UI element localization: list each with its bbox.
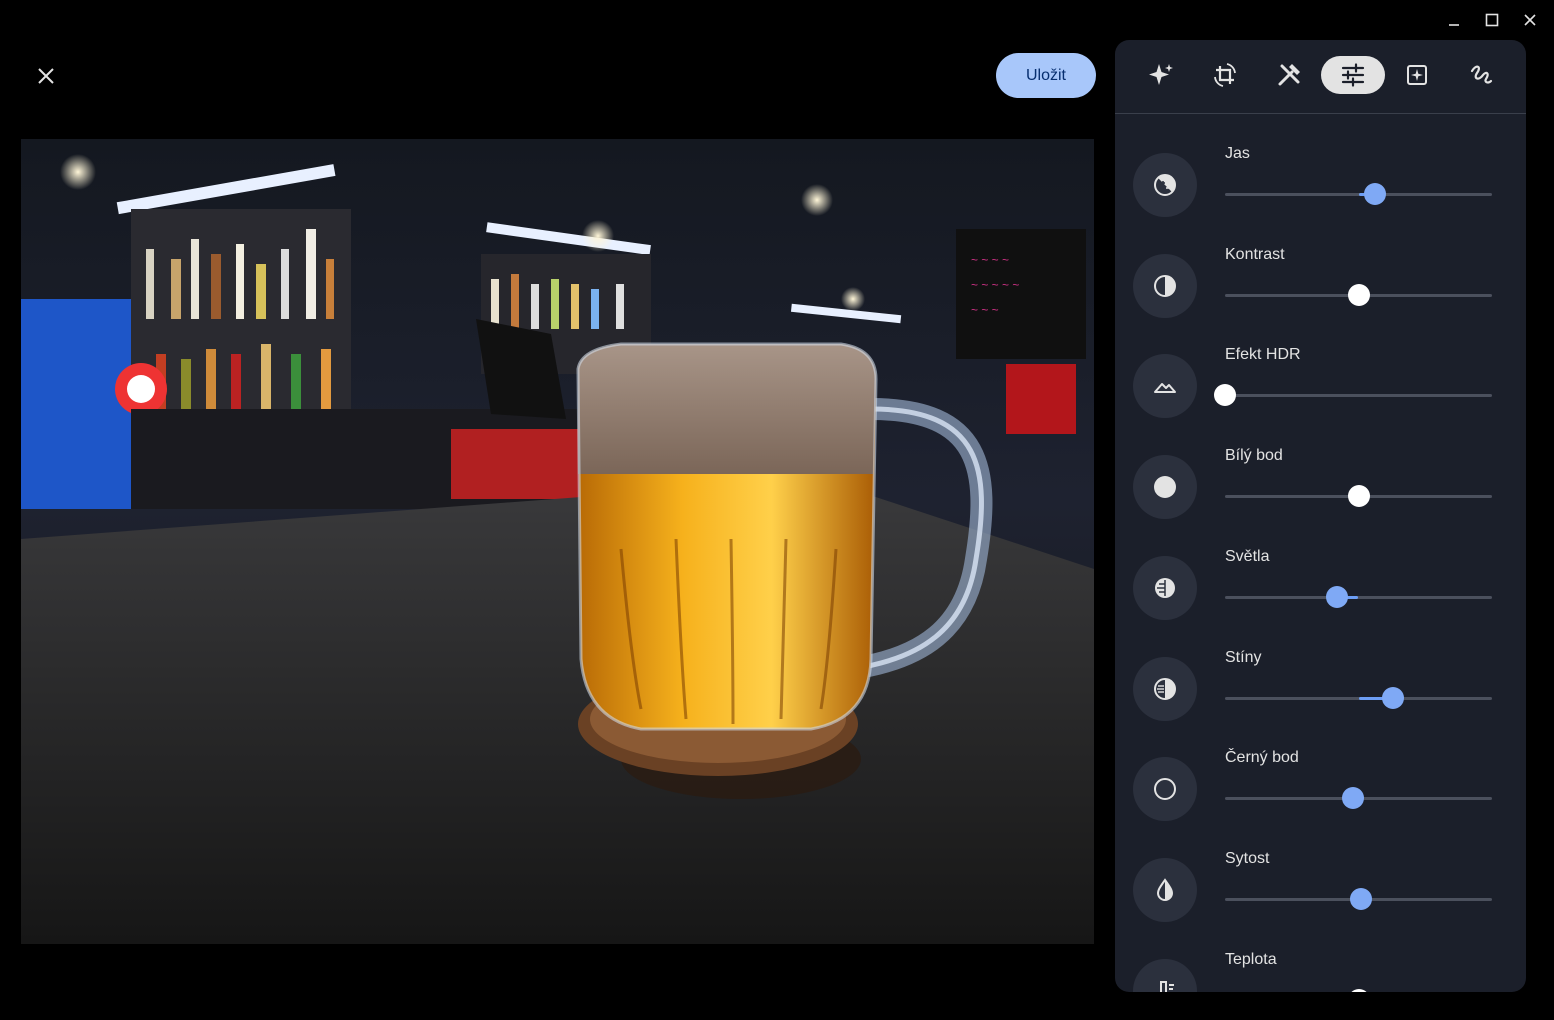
kontrast-toggle-button[interactable] — [1133, 253, 1197, 318]
slider-thumb[interactable] — [1347, 283, 1370, 306]
auto-enhance-tool[interactable] — [1129, 56, 1193, 94]
jas-label: Jas — [1225, 145, 1250, 162]
edit-toolbar — [1115, 40, 1526, 114]
bily-bod-label: Bílý bod — [1225, 447, 1283, 465]
kontrast-slider[interactable] — [1225, 281, 1492, 309]
adjust-row-teplota: Teplota — [1115, 951, 1526, 992]
slider-track — [1225, 394, 1492, 398]
saturation-icon — [1152, 877, 1178, 903]
shadows-icon — [1152, 676, 1178, 702]
close-editor-button[interactable] — [28, 58, 64, 94]
slider-thumb[interactable] — [1214, 384, 1236, 407]
adjust-row-efekt-hdr: Efekt HDR — [1115, 346, 1526, 446]
bily-bod-toggle-button[interactable] — [1133, 455, 1197, 520]
slider-thumb[interactable] — [1363, 183, 1386, 205]
temperature-icon — [1152, 978, 1178, 992]
bily-bod-slider[interactable] — [1225, 482, 1492, 510]
tools-icon — [1278, 64, 1300, 86]
slider-thumb[interactable] — [1347, 485, 1370, 508]
jas-toggle-button[interactable] — [1133, 153, 1197, 217]
teplota-toggle-button[interactable] — [1133, 958, 1197, 992]
tools-tool[interactable] — [1257, 56, 1321, 94]
slider-thumb[interactable] — [1326, 585, 1349, 608]
sytost-toggle-button[interactable] — [1133, 857, 1197, 922]
white-point-icon — [1152, 474, 1178, 500]
svetla-slider[interactable] — [1225, 583, 1492, 611]
edit-panel: Jas Kontrast Efekt HDR Bílý bod Světla Stíny Č… — [1115, 40, 1526, 992]
adjust-row-svetla: Světla — [1115, 548, 1526, 648]
stiny-label: Stíny — [1225, 648, 1262, 666]
contrast-icon — [1152, 273, 1178, 299]
sytost-slider[interactable] — [1225, 885, 1492, 913]
cerny-bod-label: Černý bod — [1225, 749, 1299, 767]
teplota-slider[interactable] — [1225, 986, 1492, 992]
highlights-icon — [1152, 575, 1178, 601]
close-icon — [38, 68, 54, 84]
adjust-row-bily-bod: Bílý bod — [1115, 447, 1526, 547]
black-point-icon — [1152, 776, 1178, 802]
jas-slider[interactable] — [1225, 180, 1492, 208]
sytost-label: Sytost — [1225, 849, 1270, 867]
crop-rotate-tool[interactable] — [1193, 56, 1257, 94]
cerny-bod-slider[interactable] — [1225, 784, 1492, 812]
crop-rotate-icon — [1214, 63, 1236, 87]
cerny-bod-toggle-button[interactable] — [1133, 757, 1197, 822]
adjust-sliders-icon — [1341, 63, 1365, 87]
teplota-label: Teplota — [1225, 950, 1277, 968]
filters-icon — [1407, 65, 1427, 85]
slider-thumb[interactable] — [1347, 988, 1370, 992]
hdr-mountain-icon — [1152, 373, 1178, 399]
markup-icon — [1470, 65, 1493, 84]
close-icon[interactable] — [1514, 8, 1546, 32]
adjust-row-kontrast: Kontrast — [1115, 246, 1526, 346]
kontrast-label: Kontrast — [1225, 245, 1285, 263]
markup-tool[interactable] — [1449, 56, 1513, 94]
svg-text:~ ~ ~ ~ ~: ~ ~ ~ ~ ~ — [971, 278, 1019, 292]
adjust-row-jas: Jas — [1115, 145, 1526, 245]
svetla-label: Světla — [1225, 547, 1270, 565]
save-button[interactable]: Uložit — [996, 53, 1096, 98]
stiny-slider[interactable] — [1225, 684, 1492, 712]
minimize-icon[interactable] — [1438, 8, 1470, 32]
adjust-row-sytost: Sytost — [1115, 850, 1526, 950]
efekt-hdr-slider[interactable] — [1214, 381, 1492, 409]
efekt-hdr-label: Efekt HDR — [1225, 346, 1301, 364]
brightness-icon — [1152, 172, 1178, 198]
slider-thumb[interactable] — [1350, 887, 1373, 910]
window-controls — [1438, 8, 1546, 32]
adjust-row-stiny: Stíny — [1115, 649, 1526, 749]
photo-canvas: ~ ~ ~ ~ ~ ~ ~ ~ ~ ~ ~ ~ — [21, 139, 1094, 944]
slider-thumb[interactable] — [1382, 686, 1405, 709]
adjust-tool[interactable] — [1321, 56, 1385, 94]
svg-text:~ ~ ~ ~: ~ ~ ~ ~ — [971, 253, 1009, 267]
efekt-hdr-toggle-button[interactable] — [1133, 354, 1197, 419]
filters-tool[interactable] — [1385, 56, 1449, 94]
stiny-toggle-button[interactable] — [1133, 656, 1197, 721]
svetla-toggle-button[interactable] — [1133, 555, 1197, 620]
adjust-row-cerny-bod: Černý bod — [1115, 749, 1526, 849]
slider-thumb[interactable] — [1342, 787, 1365, 810]
slider-track — [1225, 595, 1492, 599]
maximize-icon[interactable] — [1476, 8, 1508, 32]
auto-enhance-sparkle-icon — [1149, 64, 1173, 85]
svg-text:~ ~ ~: ~ ~ ~ — [971, 303, 999, 317]
